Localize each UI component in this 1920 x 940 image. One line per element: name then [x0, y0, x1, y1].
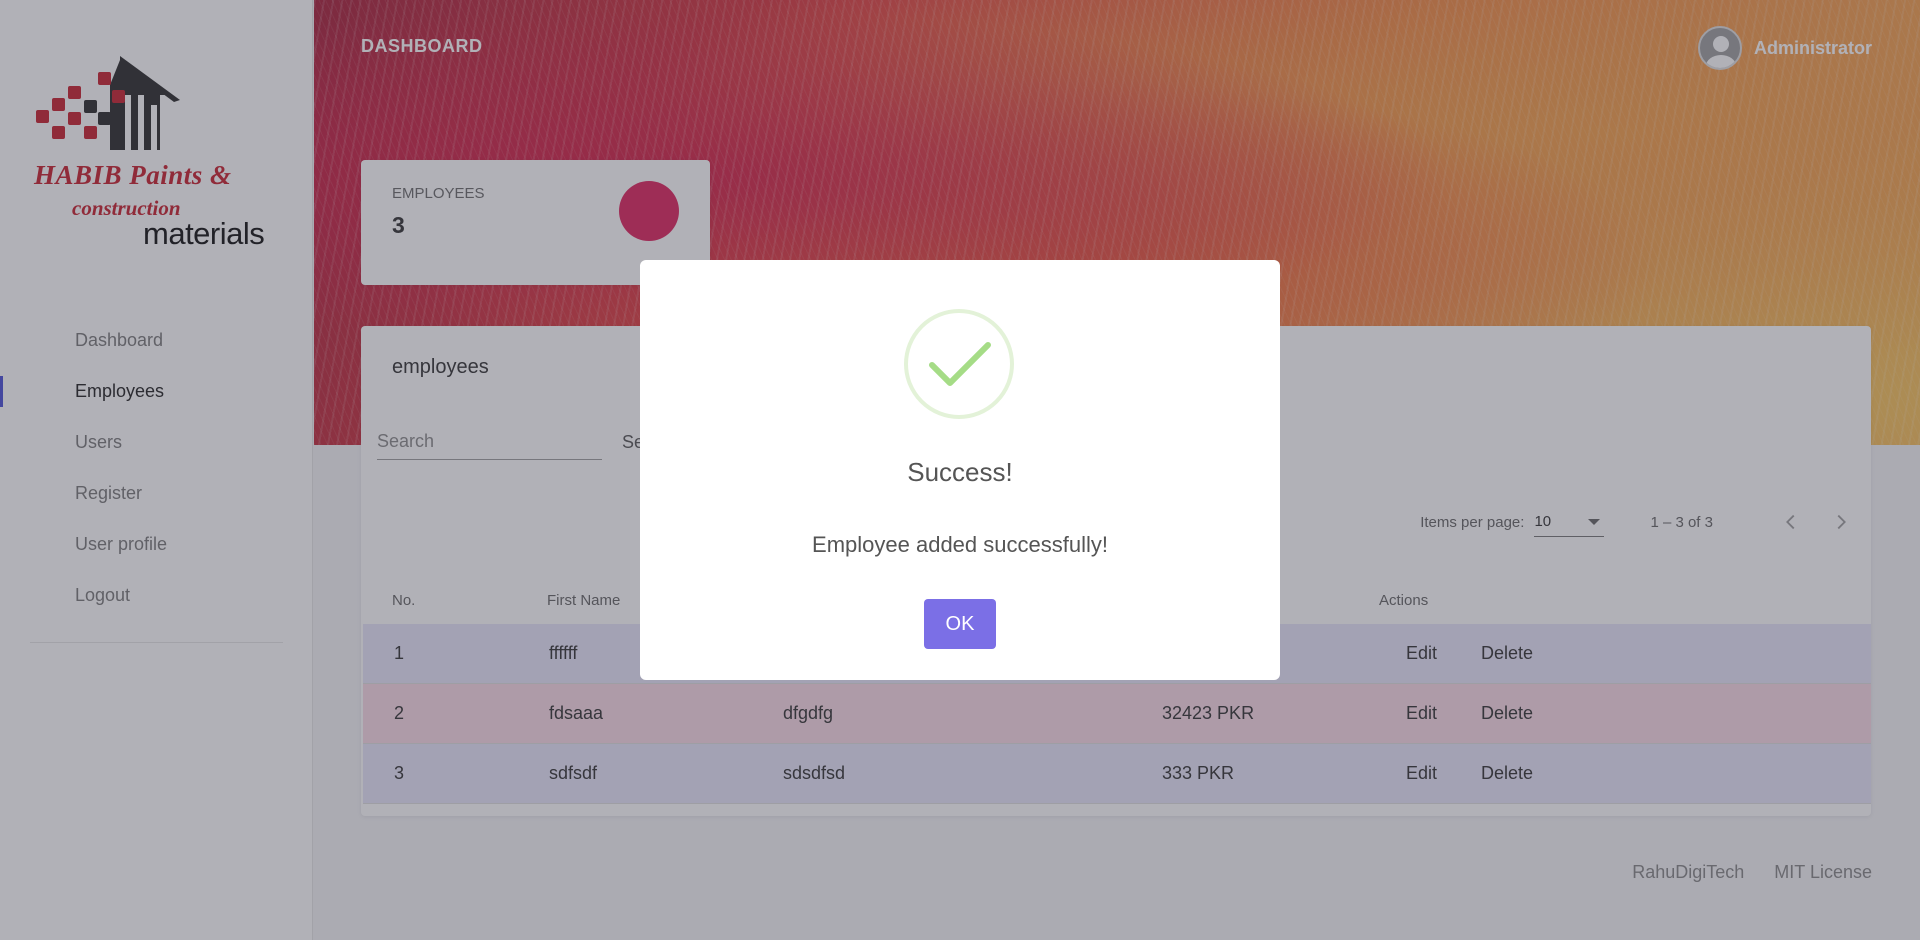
- dialog-message: Employee added successfully!: [812, 532, 1108, 557]
- success-check-icon: [904, 309, 1014, 419]
- dialog-title: Success!: [907, 457, 1013, 487]
- ok-button[interactable]: OK: [924, 599, 996, 649]
- success-dialog: Success! Employee added successfully! OK: [640, 260, 1280, 680]
- check-icon: [929, 342, 991, 386]
